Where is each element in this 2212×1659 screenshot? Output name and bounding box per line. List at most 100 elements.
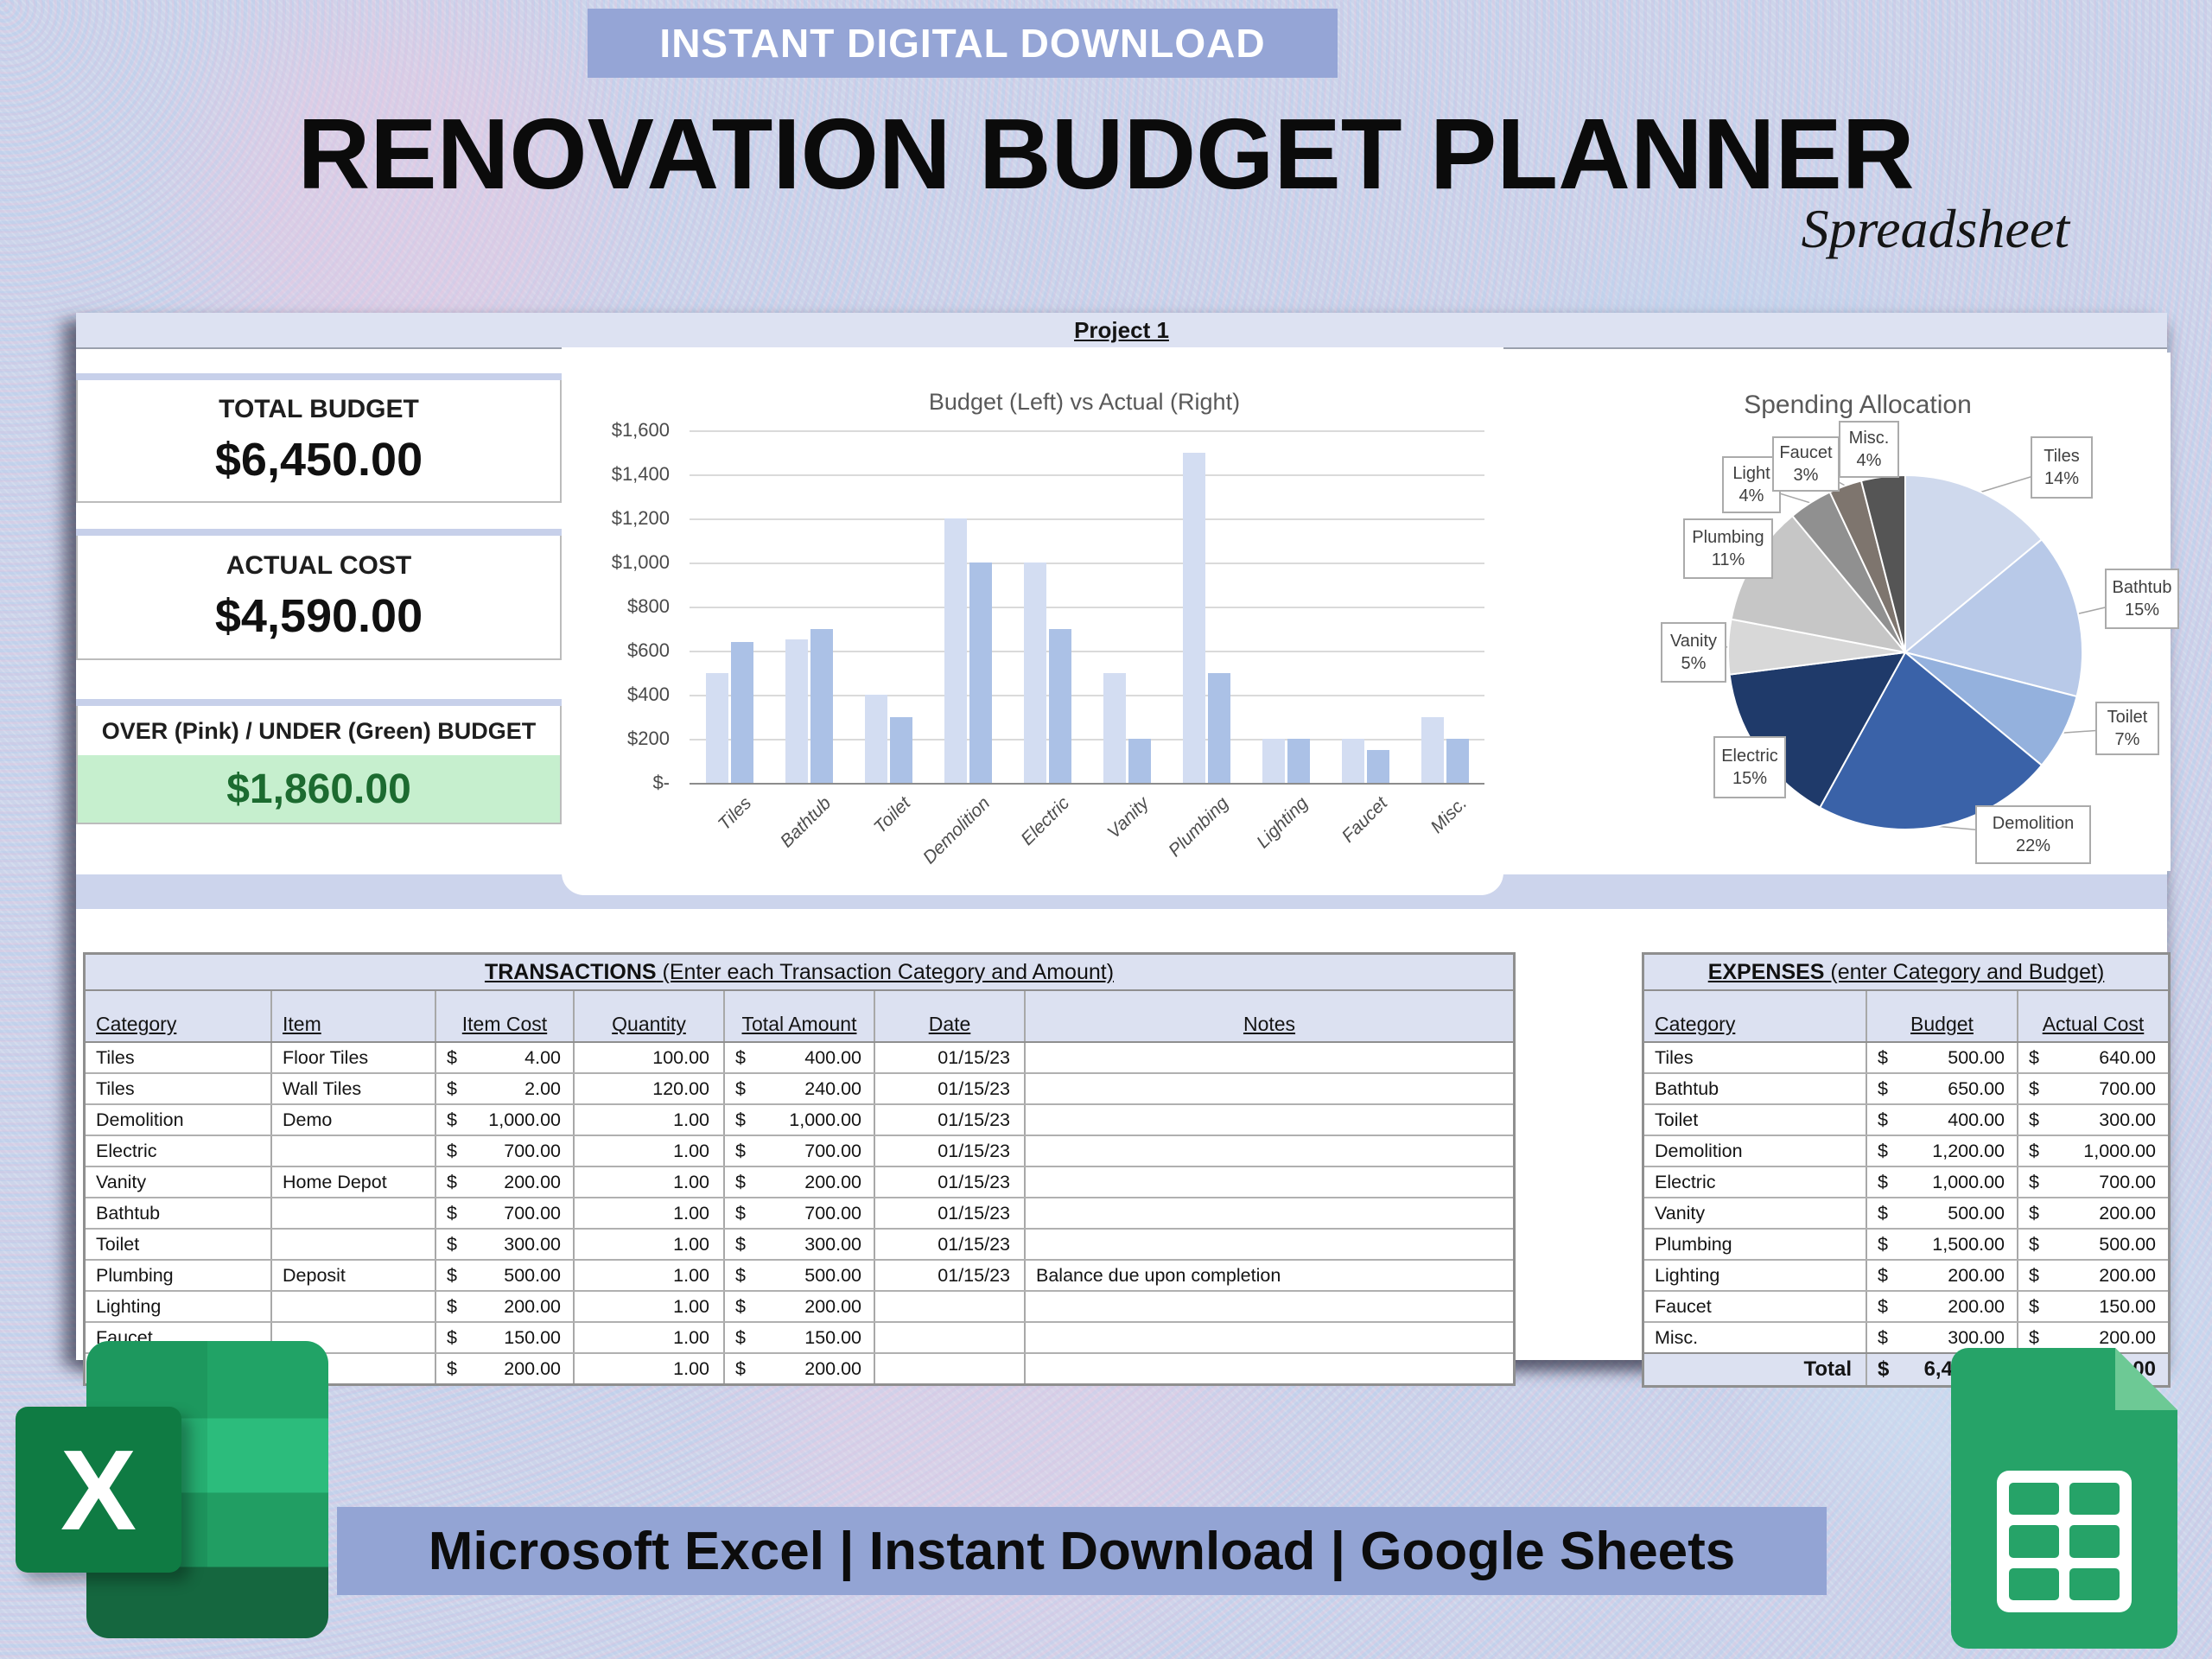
- pie-label-name: Bathtub: [2113, 576, 2172, 599]
- cell-notes: [1024, 1323, 1513, 1352]
- column-header-label: Item Cost: [462, 1013, 547, 1036]
- transaction-row: PlumbingDeposit$500.001.00$500.0001/15/2…: [86, 1259, 1513, 1290]
- cell-total-amount: $700.00: [723, 1198, 874, 1228]
- project-tab[interactable]: Project 1: [76, 313, 2167, 349]
- amount: 2.00: [524, 1078, 561, 1100]
- currency-sign: $: [1878, 1296, 1888, 1318]
- cell-total-amount: $150.00: [723, 1323, 874, 1352]
- cell-item: [270, 1292, 435, 1321]
- total-budget-label: TOTAL BUDGET: [219, 395, 419, 424]
- bar-group-vanity: [1087, 430, 1166, 783]
- product-image: INSTANT DIGITAL DOWNLOAD RENOVATION BUDG…: [0, 0, 2212, 1659]
- pie-label-pct: 5%: [1681, 652, 1707, 675]
- pie-label-pct: 15%: [1732, 767, 1767, 790]
- cell-budget: $1,500.00: [1866, 1230, 2017, 1259]
- currency-sign: $: [735, 1172, 746, 1193]
- budget-bar: [1103, 673, 1126, 784]
- column-header-category: Category: [1644, 991, 1866, 1041]
- column-header-category: Category: [86, 991, 270, 1041]
- actual-bar: [1128, 739, 1151, 783]
- amount: 200.00: [804, 1358, 861, 1380]
- column-header-label: Actual Cost: [2043, 1013, 2145, 1036]
- cell-budget: $200.00: [1866, 1261, 2017, 1290]
- box-accent-strip: [76, 529, 562, 536]
- pie-label-tiles: Tiles14%: [2031, 436, 2093, 499]
- bar-y-tick: $800: [562, 595, 670, 618]
- transactions-header-row: CategoryItemItem CostQuantityTotal Amoun…: [86, 991, 1513, 1043]
- pie-label-faucet: Faucet3%: [1772, 436, 1840, 492]
- amount: 200.00: [804, 1296, 861, 1318]
- expense-row: Lighting$200.00$200.00: [1644, 1259, 2168, 1290]
- cell-quantity: 1.00: [573, 1230, 723, 1259]
- amount: 150.00: [2099, 1296, 2156, 1318]
- budget-bar: [1024, 563, 1046, 783]
- cell-category: Bathtub: [86, 1198, 270, 1228]
- bar-y-tick: $400: [562, 683, 670, 706]
- cell-item: [270, 1136, 435, 1166]
- bar-y-tick: $1,400: [562, 463, 670, 486]
- cell-item: Deposit: [270, 1261, 435, 1290]
- spreadsheet-panel: Project 1 TOTAL BUDGET $6,450.00 ACTUAL …: [76, 313, 2167, 1360]
- cell-total-amount: $200.00: [723, 1167, 874, 1197]
- actual-bar: [1367, 750, 1389, 783]
- transactions-table: TRANSACTIONS (Enter each Transaction Cat…: [83, 952, 1516, 1386]
- cell-notes: [1024, 1354, 1513, 1383]
- amount: 300.00: [804, 1234, 861, 1255]
- actual-bar: [1208, 673, 1230, 784]
- actual-cost-box: ACTUAL COST $4,590.00: [76, 529, 562, 660]
- over-under-value: $1,860.00: [226, 766, 411, 813]
- cell-quantity: 1.00: [573, 1198, 723, 1228]
- formats-banner: Microsoft Excel | Instant Download | Goo…: [337, 1507, 1827, 1595]
- bar-group-tiles: [690, 430, 769, 783]
- cell-item-cost: $700.00: [435, 1136, 573, 1166]
- cell-category: Tiles: [86, 1074, 270, 1103]
- amount: 1,000.00: [789, 1109, 861, 1131]
- currency-sign: $: [447, 1141, 457, 1162]
- transactions-title-rest: (Enter each Transaction Category and Amo…: [657, 960, 1114, 984]
- cell-item-cost: $300.00: [435, 1230, 573, 1259]
- cell-quantity: 1.00: [573, 1354, 723, 1383]
- actual-bar: [810, 629, 833, 784]
- pie-label-toilet: Toilet7%: [2095, 702, 2159, 755]
- bar-group-toilet: [849, 430, 928, 783]
- sheets-grid-icon: [1997, 1471, 2132, 1612]
- bar-y-tick: $1,200: [562, 507, 670, 530]
- cell-notes: [1024, 1043, 1513, 1072]
- expenses-title-rest: (enter Category and Budget): [1824, 960, 2104, 984]
- bar-group-lighting: [1246, 430, 1325, 783]
- bar-chart-title: Budget (Left) vs Actual (Right): [674, 389, 1495, 416]
- bar-x-tick: Misc.: [1427, 793, 1471, 838]
- transaction-row: TilesFloor Tiles$4.00100.00$400.0001/15/…: [86, 1043, 1513, 1072]
- cell-category: Toilet: [86, 1230, 270, 1259]
- actual-bar: [1446, 739, 1469, 783]
- pie-label-name: Light: [1732, 462, 1770, 485]
- bar-x-tick: Lighting: [1253, 793, 1313, 853]
- actual-cost-label: ACTUAL COST: [226, 551, 411, 581]
- column-header-notes: Notes: [1024, 991, 1513, 1041]
- box-accent-strip: [76, 373, 562, 380]
- currency-sign: $: [735, 1358, 746, 1380]
- column-header-date: Date: [874, 991, 1024, 1041]
- budget-bar: [1262, 739, 1285, 783]
- cell-actual-cost: $500.00: [2017, 1230, 2168, 1259]
- cell-category: Plumbing: [86, 1261, 270, 1290]
- transaction-row: Electric$700.001.00$700.0001/15/23: [86, 1135, 1513, 1166]
- cell-date: [874, 1323, 1024, 1352]
- actual-bar: [1287, 739, 1310, 783]
- pie-label-demolition: Demolition22%: [1975, 805, 2091, 864]
- cell-date: 01/15/23: [874, 1043, 1024, 1072]
- actual-bar: [969, 563, 992, 783]
- cell-item: Home Depot: [270, 1167, 435, 1197]
- bar-chart: Budget (Left) vs Actual (Right) $1,600$1…: [562, 347, 1503, 895]
- cell-quantity: 1.00: [573, 1323, 723, 1352]
- expenses-table: EXPENSES (enter Category and Budget) Cat…: [1642, 952, 2171, 1388]
- bar-group-plumbing: [1166, 430, 1246, 783]
- currency-sign: $: [2029, 1109, 2039, 1131]
- cell-notes: [1024, 1136, 1513, 1166]
- cell-category: Faucet: [1644, 1292, 1866, 1321]
- currency-sign: $: [1878, 1327, 1888, 1349]
- currency-sign: $: [735, 1203, 746, 1224]
- amount: 700.00: [2099, 1078, 2156, 1100]
- amount: 240.00: [804, 1078, 861, 1100]
- cell-notes: Balance due upon completion: [1024, 1261, 1513, 1290]
